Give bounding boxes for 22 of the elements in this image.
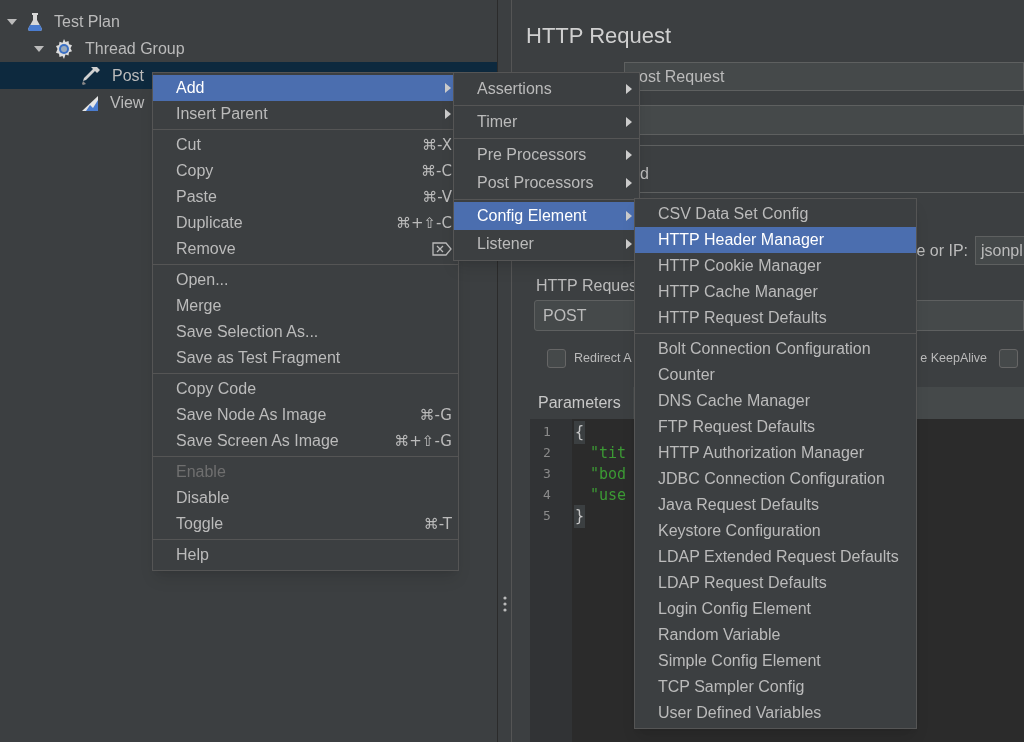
line-number: 5 — [542, 507, 552, 525]
code-text: } — [574, 505, 586, 528]
shortcut-label: ⌘+⇧-G — [394, 430, 452, 452]
shortcut-label: ⌘-V — [422, 186, 452, 208]
code-text: { — [574, 421, 586, 444]
group-label: HTTP Reques — [536, 276, 638, 294]
line-number: 2 — [542, 444, 552, 462]
shortcut-label: ⌘-T — [423, 513, 452, 535]
shortcut-label: ⌘+⇧-C — [395, 212, 452, 234]
line-number: 4 — [542, 486, 552, 504]
line-number: 3 — [542, 465, 552, 483]
code-text: "tit — [590, 443, 627, 465]
checkbox-label: e KeepAlive — [920, 349, 987, 367]
code-text: "bod — [590, 464, 627, 486]
shortcut-label: ⌘-X — [422, 134, 452, 156]
panel-title: HTTP Request — [526, 22, 673, 50]
shortcut-label: ⌘-G — [419, 404, 452, 426]
code-text: "use — [590, 485, 627, 507]
shortcut-label: ⌘-C — [421, 160, 452, 182]
line-number: 1 — [542, 423, 552, 441]
server-label: e or IP: — [916, 240, 968, 261]
checkbox-label: Redirect A — [574, 349, 632, 367]
